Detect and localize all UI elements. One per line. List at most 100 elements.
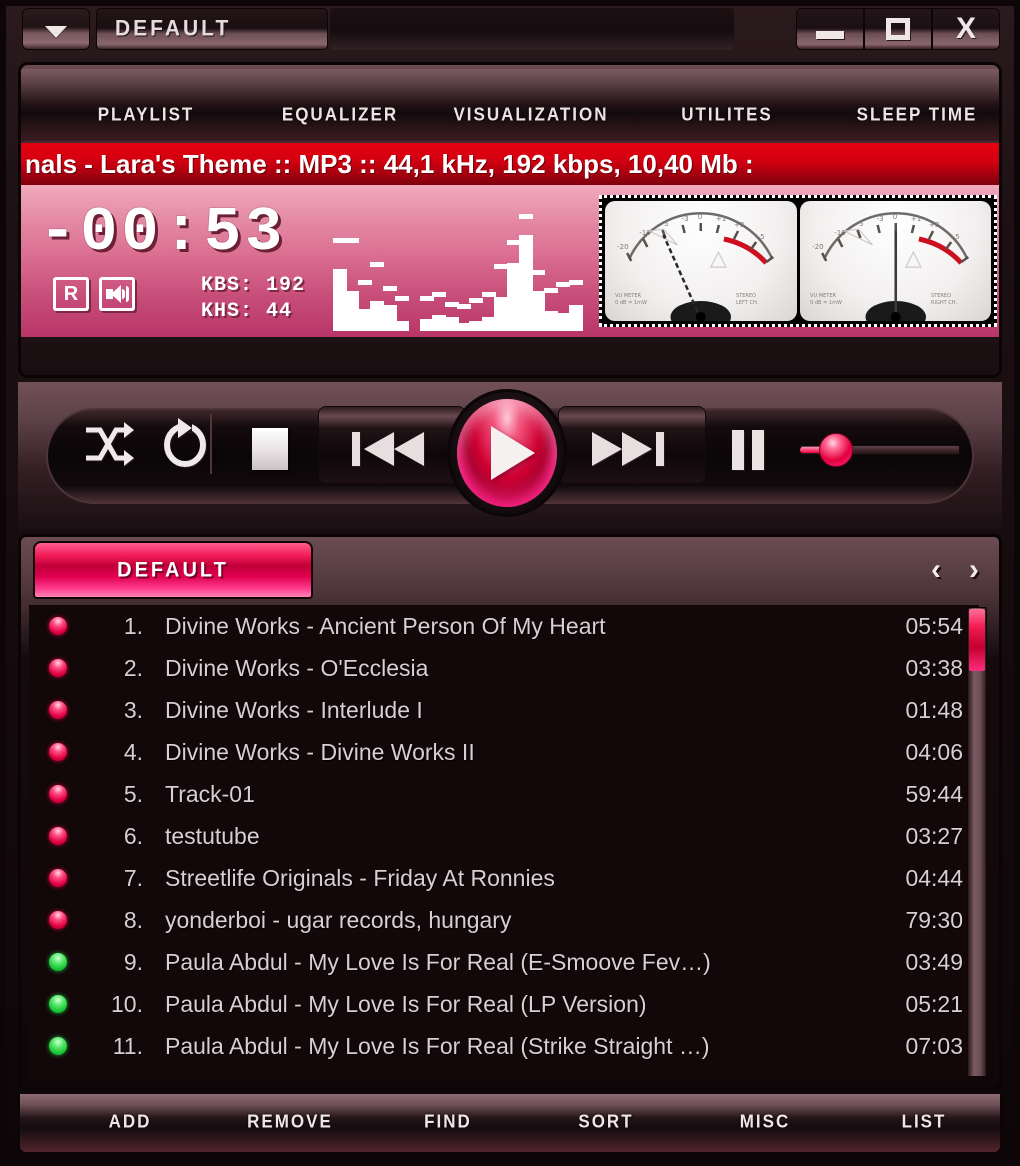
track-title: Divine Works - Interlude I [165,696,423,723]
playlist-row[interactable]: 8. yonderboi - ugar records, hungary 79:30 [29,899,979,941]
svg-text:LEFT CH.: LEFT CH. [736,300,759,306]
svg-text:+5: +5 [754,232,764,241]
chevron-left-icon[interactable]: ‹ [931,555,941,585]
playlist-row[interactable]: 3. Divine Works - Interlude I 01:48 [29,689,979,731]
playlist-row[interactable]: 2. Divine Works - O'Ecclesia 03:38 [29,647,979,689]
repeat-button[interactable] [158,418,212,475]
playlist-track-list[interactable]: 1. Divine Works - Ancient Person Of My He… [29,605,979,1080]
svg-text:-3: -3 [876,214,883,223]
svg-text:VU METER: VU METER [615,293,641,299]
playlist-row[interactable]: 4. Divine Works - Divine Works II 04:06 [29,731,979,773]
close-button[interactable]: X [932,8,1000,50]
svg-text:+3: +3 [734,220,744,229]
spectrum-peak [568,280,583,285]
track-index: 3. [123,696,143,723]
track-duration: 05:54 [905,612,963,639]
remove-button[interactable]: REMOVE [216,1111,364,1133]
track-duration: 04:44 [905,864,963,891]
track-status-green-icon [49,995,67,1013]
track-index: 4. [123,738,143,765]
track-title: Streetlife Originals - Friday At Ronnies [165,864,555,891]
close-icon: X [955,12,976,45]
minimize-button[interactable] [796,8,864,50]
repeat-status-badge[interactable]: R [53,277,89,311]
svg-text:+3: +3 [929,220,939,229]
svg-text:+1: +1 [716,214,726,223]
playlist-row[interactable]: 7. Streetlife Originals - Friday At Ronni… [29,857,979,899]
svg-text:RIGHT CH.: RIGHT CH. [931,300,957,306]
track-title: Divine Works - Divine Works II [165,738,475,765]
vu-meter-right: -20 -10 -5 -3 0 +1 +3 +5 △ VU METER 0 dB = 1mW… [799,201,991,321]
spectrum-peak [395,296,409,301]
window-controls: X [796,8,1000,50]
track-status-red-icon [49,617,67,635]
title-bar-filler [330,8,734,50]
info-area: -00:53 R KBS: 192 KHS: 44 -20 -10 -5 -3 … [21,185,999,337]
speaker-icon [106,285,129,303]
track-duration: 79:30 [905,906,963,933]
next-button[interactable] [590,428,666,475]
chevron-right-icon[interactable]: › [969,555,979,585]
track-status-red-icon [49,785,67,803]
track-title: Divine Works - Ancient Person Of My Hear… [165,612,606,639]
svg-text:△: △ [710,246,727,271]
shuffle-button[interactable] [80,418,136,475]
menu-item-utilites[interactable]: UTILITES [653,104,801,126]
track-status-red-icon [49,743,67,761]
window-menu-button[interactable] [22,8,90,50]
stop-button[interactable] [252,428,288,470]
volume-thumb[interactable] [818,433,853,467]
time-display[interactable]: -00:53 [39,197,286,268]
playlist-tab-default[interactable]: DEFAULT [33,541,313,599]
track-duration: 59:44 [905,780,963,807]
menu-item-equalizer[interactable]: EQUALIZER [261,104,419,126]
svg-text:+5: +5 [949,232,959,241]
stereo-status-badge[interactable] [99,277,135,311]
misc-button[interactable]: MISC [710,1111,820,1133]
media-player-window: DEFAULT X PLAYLIST EQUALIZER VISUALIZATI… [0,0,1020,1166]
spectrum-peak [345,238,360,243]
track-index: 10. [111,990,143,1017]
svg-text:0: 0 [892,212,896,221]
volume-slider[interactable] [800,433,960,467]
track-index: 9. [123,948,143,975]
sort-button[interactable]: SORT [546,1111,666,1133]
track-index: 11. [112,1032,143,1059]
track-title: Paula Abdul - My Love Is For Real (E-Smo… [165,948,711,975]
play-icon [491,426,535,480]
maximize-button[interactable] [864,8,932,50]
spectrum-peak [469,298,484,303]
track-index: 1. [123,612,143,639]
playlist-row[interactable]: 10. Paula Abdul - My Love Is For Real (LP… [29,983,979,1025]
svg-text:-10: -10 [639,228,651,237]
playlist-row[interactable]: 6. testutube 03:27 [29,815,979,857]
play-button[interactable] [447,389,567,517]
playlist-scrollbar-thumb[interactable] [969,609,985,671]
list-button[interactable]: LIST [872,1111,976,1133]
playlist-nav-arrows: ‹ › [931,555,979,585]
find-button[interactable]: FIND [396,1111,500,1133]
previous-button[interactable] [350,428,426,475]
playlist-scrollbar[interactable] [967,607,987,1077]
window-title-text: DEFAULT [115,16,232,41]
playlist-row[interactable]: 5. Track-01 59:44 [29,773,979,815]
play-button-face [457,399,557,507]
playlist-row[interactable]: 9. Paula Abdul - My Love Is For Real (E-S… [29,941,979,983]
add-button[interactable]: ADD [80,1111,180,1133]
menu-item-playlist[interactable]: PLAYLIST [81,104,211,126]
track-title: Paula Abdul - My Love Is For Real (Strik… [165,1032,710,1059]
track-title: testutube [165,822,260,849]
track-title: Track-01 [165,780,255,807]
menu-item-visualization[interactable]: VISUALIZATION [441,104,621,126]
playlist-row[interactable]: 1. Divine Works - Ancient Person Of My He… [29,605,979,647]
track-index: 7. [123,864,143,891]
spectrum-analyzer [333,197,583,331]
track-status-red-icon [49,701,67,719]
maximize-icon [886,18,910,40]
svg-text:-10: -10 [834,228,846,237]
menu-item-sleep-time[interactable]: SLEEP TIME [833,104,999,126]
svg-text:-5: -5 [661,219,668,228]
pause-button[interactable] [728,428,768,477]
stop-icon [252,428,288,470]
playlist-row[interactable]: 11. Paula Abdul - My Love Is For Real (St… [29,1025,979,1067]
